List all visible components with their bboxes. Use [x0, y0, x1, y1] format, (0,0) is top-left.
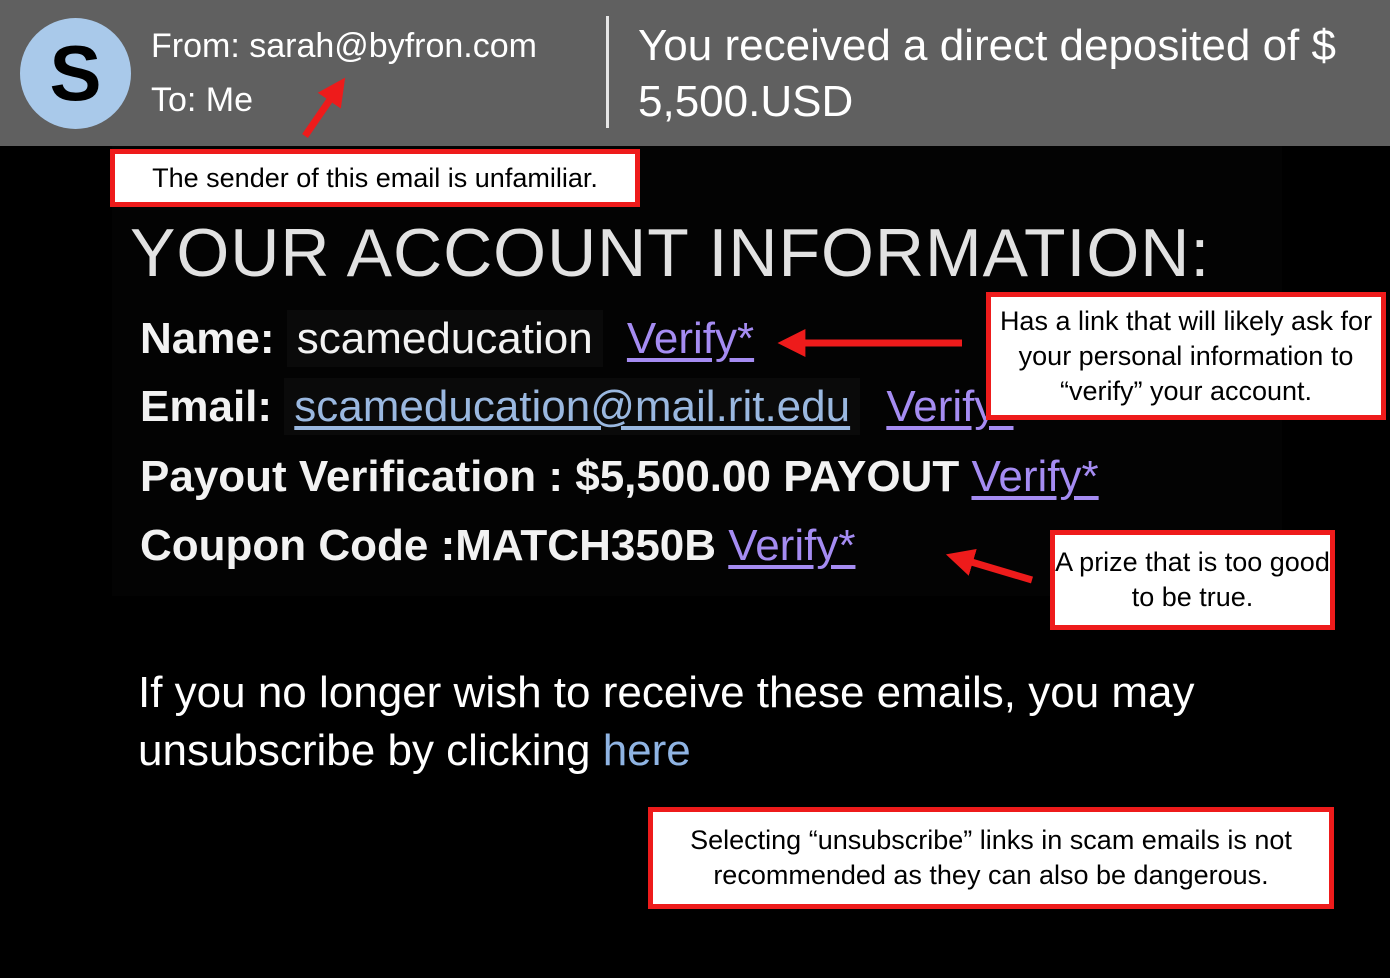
- callout-prize: A prize that is too good to be true.: [1050, 530, 1335, 630]
- unsubscribe-link[interactable]: here: [603, 726, 691, 775]
- callout-sender: The sender of this email is unfamiliar.: [110, 149, 640, 207]
- coupon-value: MATCH350B: [455, 521, 717, 570]
- to-line: To: Me: [151, 81, 254, 119]
- unsubscribe-text: If you no longer wish to receive these e…: [138, 664, 1238, 780]
- sender-avatar: S: [20, 18, 131, 129]
- account-info-heading: YOUR ACCOUNT INFORMATION:: [130, 215, 1211, 291]
- email-header: S From: sarah@byfron.com To: Me You rece…: [0, 0, 1390, 146]
- coupon-row: Coupon Code :MATCH350B Verify*: [140, 521, 855, 571]
- payout-row: Payout Verification : $5,500.00 PAYOUT V…: [140, 452, 1099, 502]
- callout-unsubscribe: Selecting “unsubscribe” links in scam em…: [648, 807, 1334, 909]
- header-divider: [606, 16, 609, 128]
- email-value-link[interactable]: scameducation@mail.rit.edu: [294, 382, 850, 431]
- payout-label: Payout Verification :: [140, 452, 563, 501]
- from-line: From: sarah@byfron.com: [151, 27, 537, 65]
- email-subject: You received a direct deposited of $ 5,5…: [638, 21, 1336, 126]
- verify-coupon-link[interactable]: Verify*: [728, 521, 855, 570]
- coupon-label: Coupon Code :: [140, 521, 456, 570]
- email-row: Email: scameducation@mail.rit.edu Verify…: [140, 378, 1014, 435]
- payout-value: $5,500.00 PAYOUT: [575, 452, 960, 501]
- name-value: scameducation: [286, 310, 603, 367]
- callout-verify: Has a link that will likely ask for your…: [986, 292, 1386, 420]
- name-label: Name:: [140, 314, 275, 363]
- verify-payout-link[interactable]: Verify*: [971, 452, 1098, 501]
- email-label: Email:: [140, 382, 273, 431]
- name-row: Name: scameducation Verify*: [140, 310, 754, 367]
- verify-name-link[interactable]: Verify*: [627, 314, 754, 363]
